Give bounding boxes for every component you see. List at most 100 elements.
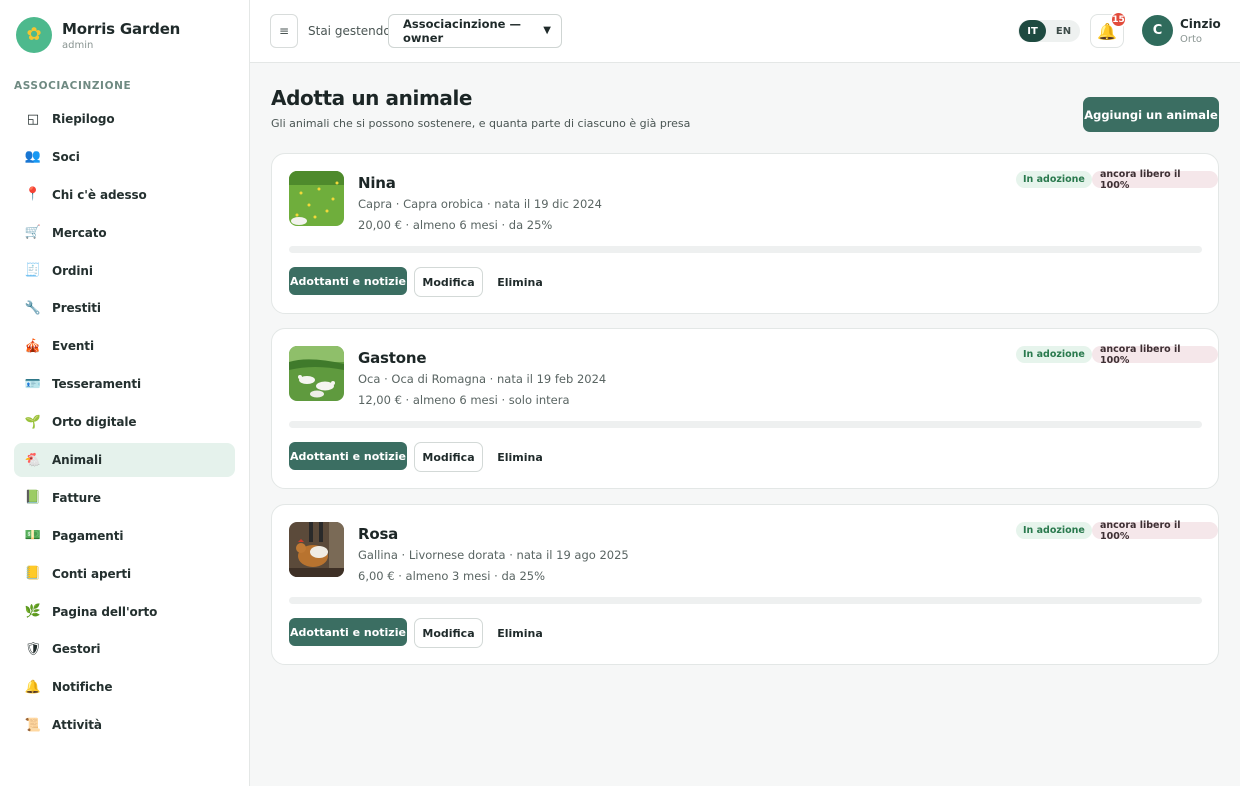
geese-field-image xyxy=(289,346,344,401)
organization-select-value: Associacinzione — owner xyxy=(403,17,521,45)
sidebar-item-label: Pagina dell'orto xyxy=(52,604,158,619)
pin-icon: 📍 xyxy=(24,187,42,203)
overview-icon: ◱ xyxy=(26,111,40,127)
brand-text: Morris Garden admin xyxy=(62,20,180,51)
sidebar-section-label: ASSOCIACINZIONE xyxy=(14,80,132,92)
sidebar-item-fatture[interactable]: 📗 Fatture xyxy=(14,481,235,515)
sidebar-item-orto-digitale[interactable]: 🌱 Orto digitale xyxy=(14,405,235,439)
adopters-news-button[interactable]: Adottanti e notizie xyxy=(289,442,407,470)
animal-name: Nina xyxy=(358,174,396,192)
adoption-progress-bar xyxy=(289,597,1202,604)
sidebar-item-label: Gestori xyxy=(52,642,101,657)
green-book-icon: 📗 xyxy=(24,490,42,506)
sidebar-item-chi-ce-adesso[interactable]: 📍 Chi c'è adesso xyxy=(14,178,235,212)
goat-meadow-image xyxy=(289,171,344,226)
flower-icon: ✿ xyxy=(16,17,52,53)
circus-tent-icon: 🎪 xyxy=(24,338,42,354)
sidebar-item-label: Orto digitale xyxy=(52,415,137,430)
menu-toggle-button[interactable]: ≡ xyxy=(270,14,298,48)
notification-count-badge: 15 xyxy=(1110,11,1127,28)
page-title: Adotta un animale xyxy=(271,86,473,110)
animal-photo xyxy=(289,171,344,226)
id-card-icon: 🪪 xyxy=(24,376,42,392)
page-subtitle: Gli animali che si possono sostenere, e … xyxy=(271,117,691,130)
cart-icon: 🛒 xyxy=(24,225,42,241)
sidebar-item-attivita[interactable]: 📜 Attività xyxy=(14,708,235,742)
sidebar-item-ordini[interactable]: 🧾 Ordini xyxy=(14,254,235,288)
user-name[interactable]: Cinzio xyxy=(1180,17,1221,31)
organization-select[interactable]: Associacinzione — owner ▼ xyxy=(388,14,562,48)
sidebar-item-label: Conti aperti xyxy=(52,566,132,581)
animal-price: 12,00 € · almeno 6 mesi · solo intera xyxy=(358,393,570,407)
chevron-down-icon: ▼ xyxy=(543,25,551,36)
sidebar-item-label: Ordini xyxy=(52,263,93,278)
brand-role: admin xyxy=(62,39,94,51)
sidebar-item-tesseramenti[interactable]: 🪪 Tesseramenti xyxy=(14,367,235,401)
sidebar: ✿ Morris Garden admin ASSOCIACINZIONE ◱ R… xyxy=(0,0,250,786)
sidebar-item-label: Mercato xyxy=(52,225,107,240)
sidebar-item-eventi[interactable]: 🎪 Eventi xyxy=(14,329,235,363)
edit-button[interactable]: Modifica xyxy=(414,267,483,297)
adopters-news-button[interactable]: Adottanti e notizie xyxy=(289,618,407,646)
hamburger-icon: ≡ xyxy=(278,24,290,38)
status-badge: In adozione xyxy=(1016,522,1092,539)
status-badge: In adozione xyxy=(1016,346,1092,363)
sidebar-item-riepilogo[interactable]: ◱ Riepilogo xyxy=(14,102,235,136)
availability-badge: ancora libero il 100% xyxy=(1092,169,1218,191)
chicken-icon: 🐔 xyxy=(24,452,42,468)
animal-photo xyxy=(289,346,344,401)
ledger-icon: 📒 xyxy=(24,566,42,582)
sidebar-item-mercato[interactable]: 🛒 Mercato xyxy=(14,216,235,250)
adopters-news-button[interactable]: Adottanti e notizie xyxy=(289,267,407,295)
adoption-progress-bar xyxy=(289,246,1202,253)
sidebar-item-label: Eventi xyxy=(52,339,94,354)
scroll-icon: 📜 xyxy=(24,717,42,733)
language-it-button[interactable]: IT xyxy=(1019,20,1046,42)
language-en-button[interactable]: EN xyxy=(1050,20,1077,42)
sidebar-item-pagamenti[interactable]: 💵 Pagamenti xyxy=(14,519,235,553)
animal-details: Gallina · Livornese dorata · nata il 19 … xyxy=(358,548,629,562)
managing-label: Stai gestendo xyxy=(308,24,391,38)
shield-icon: 🛡 xyxy=(24,641,42,657)
availability-badge: ancora libero il 100% xyxy=(1092,344,1218,366)
edit-button[interactable]: Modifica xyxy=(414,442,483,472)
sidebar-item-label: Pagamenti xyxy=(52,528,124,543)
avatar[interactable]: C xyxy=(1142,15,1173,46)
delete-button[interactable]: Elimina xyxy=(490,442,550,472)
sidebar-item-label: Tesseramenti xyxy=(52,377,142,392)
adoption-progress-bar xyxy=(289,421,1202,428)
brand[interactable]: ✿ Morris Garden admin xyxy=(16,15,180,55)
sidebar-item-pagina-dellorto[interactable]: 🌿 Pagina dell'orto xyxy=(14,595,235,629)
sidebar-item-notifiche[interactable]: 🔔 Notifiche xyxy=(14,670,235,704)
hen-image xyxy=(289,522,344,577)
animal-card: Nina Capra · Capra orobica · nata il 19 … xyxy=(271,153,1219,314)
receipt-icon: 🧾 xyxy=(24,263,42,279)
availability-badge: ancora libero il 100% xyxy=(1092,520,1218,542)
animal-card: Gastone Oca · Oca di Romagna · nata il 1… xyxy=(271,328,1219,489)
sidebar-item-label: Riepilogo xyxy=(52,112,115,126)
sidebar-item-label: Animali xyxy=(52,453,103,468)
animal-name: Rosa xyxy=(358,525,399,543)
animal-name: Gastone xyxy=(358,349,427,367)
sidebar-item-conti-aperti[interactable]: 📒 Conti aperti xyxy=(14,557,235,591)
edit-button[interactable]: Modifica xyxy=(414,618,483,648)
animal-details: Capra · Capra orobica · nata il 19 dic 2… xyxy=(358,197,602,211)
sidebar-item-soci[interactable]: 👥 Soci xyxy=(14,140,235,174)
sidebar-item-label: Notifiche xyxy=(52,680,113,695)
delete-button[interactable]: Elimina xyxy=(490,267,550,297)
sidebar-item-animali[interactable]: 🐔 Animali xyxy=(14,443,235,478)
animal-photo xyxy=(289,522,344,577)
sidebar-nav: ◱ Riepilogo 👥 Soci 📍 Chi c'è adesso 🛒 Mercat… xyxy=(14,102,235,746)
delete-button[interactable]: Elimina xyxy=(490,618,550,648)
seedling-icon: 🌱 xyxy=(24,414,42,430)
bell-icon: 🔔 xyxy=(24,679,42,695)
sidebar-item-gestori[interactable]: 🛡 Gestori xyxy=(14,632,235,666)
sidebar-item-prestiti[interactable]: 🔧 Prestiti xyxy=(14,291,235,325)
animal-details: Oca · Oca di Romagna · nata il 19 feb 20… xyxy=(358,372,607,386)
animal-card: Rosa Gallina · Livornese dorata · nata i… xyxy=(271,504,1219,665)
sidebar-item-label: Soci xyxy=(52,149,80,164)
sidebar-item-label: Fatture xyxy=(52,490,101,505)
language-toggle: IT EN xyxy=(1018,20,1080,42)
status-badge: In adozione xyxy=(1016,171,1092,188)
add-animal-button[interactable]: Aggiungi un animale xyxy=(1083,97,1219,132)
